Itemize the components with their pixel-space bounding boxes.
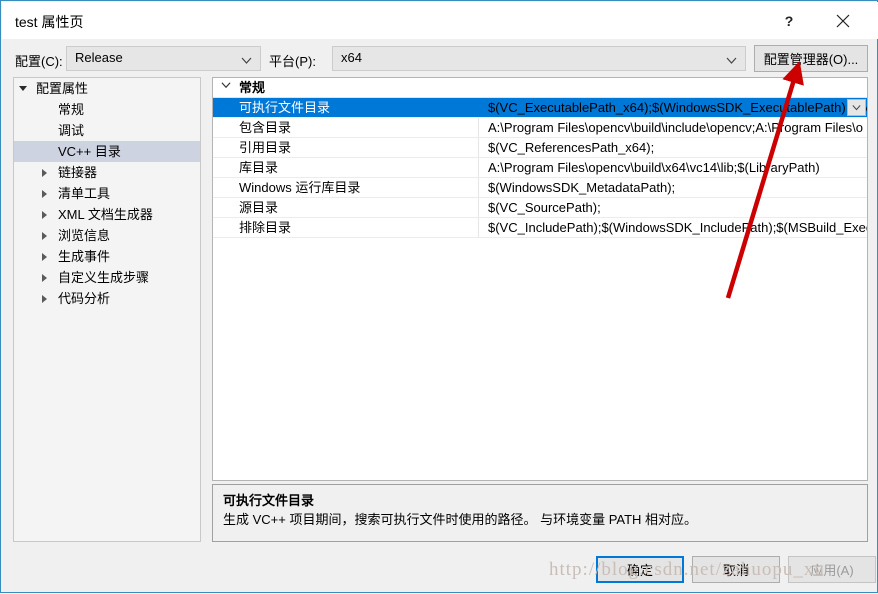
configuration-select[interactable]: Release: [66, 46, 261, 71]
sidebar-item-4[interactable]: 链接器: [14, 162, 200, 183]
property-name: Windows 运行库目录: [239, 180, 361, 195]
property-value[interactable]: $(VC_ReferencesPath_x64);: [488, 138, 867, 157]
triangle-icon: [18, 86, 27, 92]
expand-arrow-down-icon[interactable]: [16, 78, 29, 99]
sidebar-item-7[interactable]: 浏览信息: [14, 225, 200, 246]
sidebar-item-label: VC++ 目录: [58, 144, 121, 159]
sidebar-item-label: 常规: [58, 102, 85, 117]
triangle-icon: [42, 252, 47, 261]
description-panel: 可执行文件目录 生成 VC++ 项目期间，搜索可执行文件时使用的路径。 与环境变…: [212, 484, 868, 542]
property-name: 引用目录: [239, 140, 292, 155]
close-icon[interactable]: [820, 3, 866, 39]
expand-arrow-right-icon[interactable]: [38, 204, 51, 225]
sidebar-item-label: 清单工具: [58, 186, 111, 201]
sidebar-item-label: 链接器: [58, 165, 98, 180]
property-group-header[interactable]: 常规: [213, 78, 867, 98]
expand-arrow-right-icon[interactable]: [38, 288, 51, 309]
triangle-icon: [42, 189, 47, 198]
expand-arrow-right-icon[interactable]: [38, 162, 51, 183]
configuration-value: Release: [75, 50, 123, 65]
triangle-icon: [42, 294, 47, 303]
expand-arrow-right-icon[interactable]: [38, 267, 51, 288]
sidebar-item-5[interactable]: 清单工具: [14, 183, 200, 204]
ok-button[interactable]: 确定: [596, 556, 684, 583]
property-name: 库目录: [239, 160, 279, 175]
property-row[interactable]: 排除目录 $(VC_IncludePath);$(WindowsSDK_Inclu…: [213, 218, 867, 238]
property-pages-dialog: test 属性页 ? 配置(C): Release 平台(P): x64 配置管…: [0, 0, 878, 593]
property-row[interactable]: 包含目录 A:\Program Files\opencv\build\includ…: [213, 118, 867, 138]
property-value[interactable]: $(VC_SourcePath);: [488, 198, 867, 217]
sidebar-item-1[interactable]: 常规: [14, 99, 200, 120]
property-row[interactable]: 引用目录 $(VC_ReferencesPath_x64);: [213, 138, 867, 158]
property-row[interactable]: 源目录 $(VC_SourcePath);: [213, 198, 867, 218]
chevron-down-icon: [241, 54, 252, 65]
expand-arrow-right-icon[interactable]: [38, 246, 51, 267]
sidebar-item-10[interactable]: 代码分析: [14, 288, 200, 309]
sidebar-item-2[interactable]: 调试: [14, 120, 200, 141]
sidebar-item-3[interactable]: VC++ 目录: [14, 141, 200, 162]
triangle-icon: [42, 210, 47, 219]
configuration-label: 配置(C):: [15, 54, 63, 69]
sidebar-item-label: 代码分析: [58, 291, 111, 306]
sidebar-item-label: 自定义生成步骤: [58, 270, 150, 285]
property-value[interactable]: A:\Program Files\opencv\build\x64\vc14\l…: [488, 158, 867, 177]
sidebar-item-label: 生成事件: [58, 249, 111, 264]
property-value[interactable]: $(WindowsSDK_MetadataPath);: [488, 178, 867, 197]
chevron-down-icon: [219, 78, 233, 97]
property-group-label: 常规: [239, 80, 266, 95]
sidebar-item-label: 配置属性: [36, 81, 89, 96]
title-bar: test 属性页 ?: [2, 2, 878, 39]
cancel-button[interactable]: 取消: [692, 556, 780, 583]
property-grid[interactable]: 常规 可执行文件目录 $(VC_ExecutablePath_x64);$(Win…: [212, 77, 868, 481]
apply-button[interactable]: 应用(A): [788, 556, 876, 583]
help-icon[interactable]: ?: [766, 3, 812, 39]
property-row[interactable]: Windows 运行库目录 $(WindowsSDK_MetadataPath);: [213, 178, 867, 198]
property-value[interactable]: $(VC_IncludePath);$(WindowsSDK_IncludePa…: [488, 218, 867, 237]
triangle-icon: [42, 231, 47, 240]
expand-arrow-right-icon[interactable]: [38, 183, 51, 204]
sidebar-item-label: XML 文档生成器: [58, 207, 153, 222]
property-name: 可执行文件目录: [239, 98, 493, 117]
window-title: test 属性页: [15, 14, 84, 30]
description-title: 可执行文件目录: [223, 493, 315, 508]
property-name: 包含目录: [239, 120, 292, 135]
expand-arrow-right-icon[interactable]: [38, 225, 51, 246]
sidebar-item-0[interactable]: 配置属性: [14, 78, 200, 99]
property-value[interactable]: $(VC_ExecutablePath_x64);$(WindowsSDK_Ex…: [488, 98, 867, 117]
property-row[interactable]: 库目录 A:\Program Files\opencv\build\x64\vc1…: [213, 158, 867, 178]
triangle-icon: [42, 168, 47, 177]
description-text: 生成 VC++ 项目期间，搜索可执行文件时使用的路径。 与环境变量 PATH 相…: [223, 512, 698, 527]
sidebar-item-9[interactable]: 自定义生成步骤: [14, 267, 200, 288]
property-name: 源目录: [239, 200, 279, 215]
value-dropdown-button[interactable]: [847, 99, 866, 116]
configuration-tree[interactable]: 配置属性常规调试 VC++ 目录 链接器清单工具 XML 文档生成器 浏览信息生成事件自…: [13, 77, 201, 542]
platform-select[interactable]: x64: [332, 46, 746, 71]
property-name: 排除目录: [239, 220, 292, 235]
triangle-icon: [42, 273, 47, 282]
configuration-manager-button[interactable]: 配置管理器(O)...: [754, 45, 868, 72]
sidebar-item-label: 调试: [58, 123, 85, 138]
chevron-down-icon: [726, 54, 737, 65]
sidebar-item-6[interactable]: XML 文档生成器: [14, 204, 200, 225]
property-row[interactable]: 可执行文件目录 $(VC_ExecutablePath_x64);$(Window…: [213, 98, 867, 118]
sidebar-item-label: 浏览信息: [58, 228, 111, 243]
property-value[interactable]: A:\Program Files\opencv\build\include\op…: [488, 118, 867, 137]
sidebar-item-8[interactable]: 生成事件: [14, 246, 200, 267]
platform-value: x64: [341, 50, 362, 65]
platform-label: 平台(P):: [269, 54, 316, 69]
